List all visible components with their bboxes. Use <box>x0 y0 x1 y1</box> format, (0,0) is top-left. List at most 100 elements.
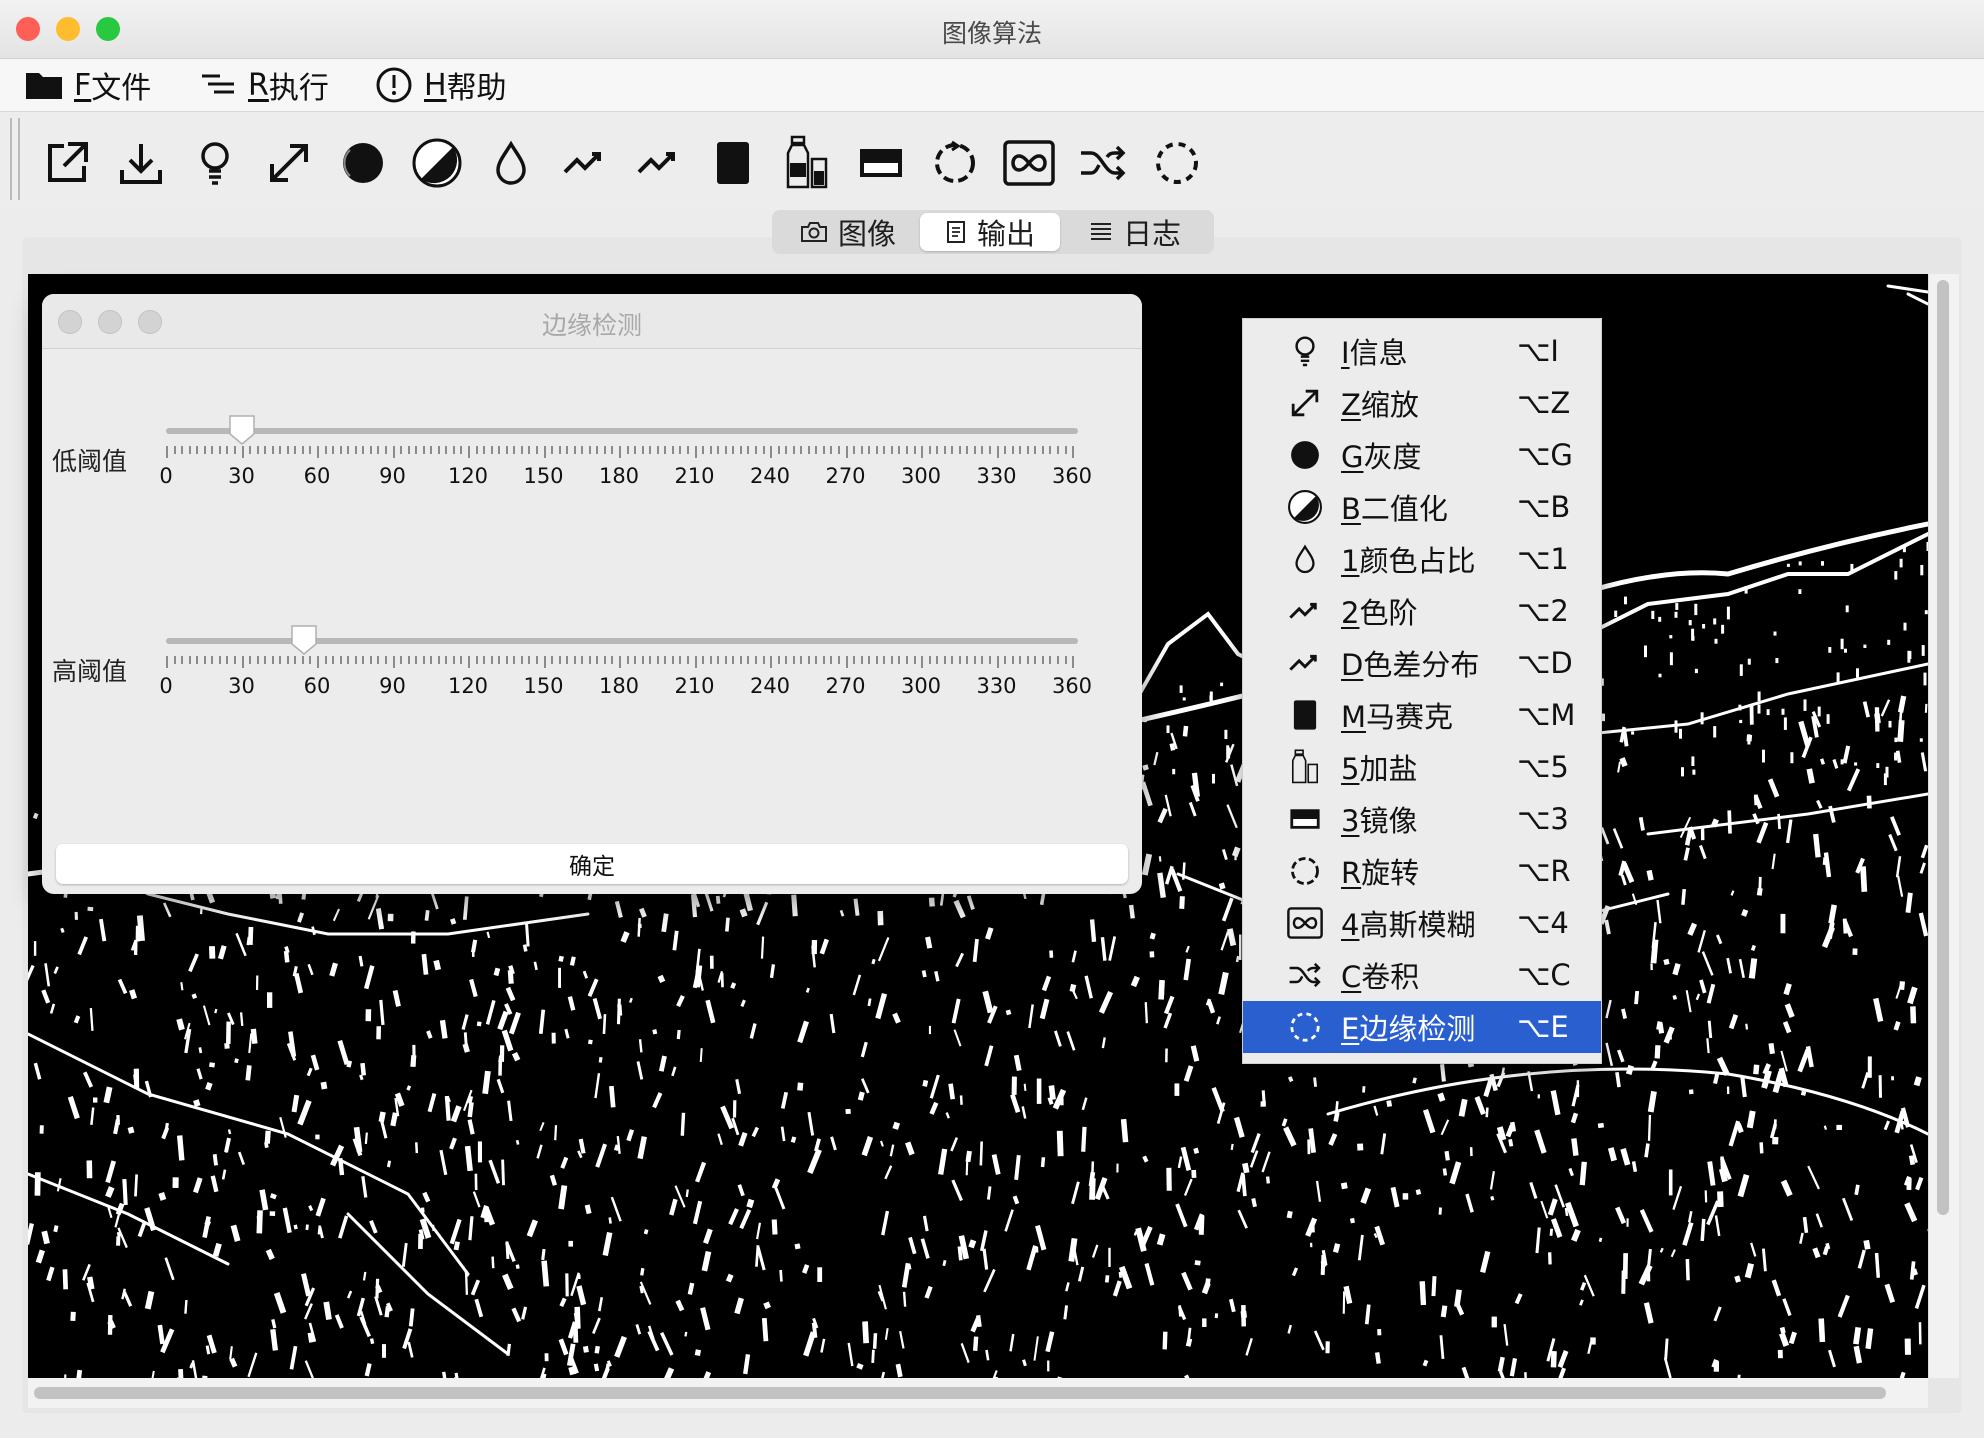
rotate-button[interactable] <box>928 136 982 190</box>
menu-item-shortcut: ⌥D <box>1517 646 1573 680</box>
bulb-icon <box>1287 333 1323 369</box>
dialog-title: 边缘检测 <box>541 311 642 340</box>
low-threshold-track <box>166 428 1078 434</box>
color-ratio-button[interactable] <box>484 136 538 190</box>
context-menu-item[interactable]: 1颜色占比 ⌥1 <box>1243 533 1601 585</box>
tick-label: 210 <box>674 464 715 488</box>
menu-run[interactable]: R 执行 <box>198 66 329 106</box>
mosaic-button[interactable] <box>706 136 760 190</box>
low-threshold-thumb[interactable] <box>227 414 257 445</box>
drop-icon <box>496 140 526 185</box>
dialog-title-bar: 边缘检测 <box>42 294 1142 349</box>
ok-button[interactable]: 确定 <box>56 844 1128 884</box>
grayscale-icon <box>1287 437 1323 473</box>
document-icon <box>946 221 965 243</box>
tab-image[interactable]: 图像 <box>788 213 908 251</box>
salt-button[interactable] <box>780 135 834 190</box>
context-menu-item[interactable]: G灰度 ⌥G <box>1243 429 1601 481</box>
context-menu-item[interactable]: 3镜像 ⌥3 <box>1243 793 1601 845</box>
context-menu-item[interactable]: E边缘检测 ⌥E <box>1243 1001 1601 1053</box>
menu-item-label: 卷积 <box>1361 960 1420 994</box>
title-bar: 图像算法 <box>0 0 1984 59</box>
export-button[interactable] <box>40 136 94 190</box>
mirror-button[interactable] <box>854 136 908 190</box>
info-button[interactable] <box>188 136 242 190</box>
context-menu: I信息 ⌥I Z缩放 ⌥Z G灰度 ⌥G B二值化 ⌥B 1颜色占比 ⌥1 2色阶 ⌥2 D色差分布 ⌥D… <box>1242 318 1602 1064</box>
menu-item-label: 颜色占比 <box>1359 544 1476 578</box>
tick-label: 210 <box>674 674 715 698</box>
window-title: 图像算法 <box>941 19 1042 48</box>
context-menu-item[interactable]: I信息 ⌥I <box>1243 325 1601 377</box>
tick-label: 240 <box>749 464 791 488</box>
context-menu-item[interactable]: R旋转 ⌥R <box>1243 845 1601 897</box>
menu-item-shortcut: ⌥2 <box>1517 594 1569 628</box>
high-threshold-label: 高阈值 <box>52 657 128 686</box>
tick-label: 60 <box>303 674 331 698</box>
menu-item-mnemonic: R <box>1341 856 1362 890</box>
shuffle-icon <box>1287 957 1323 993</box>
menu-file-mnemonic: F <box>74 67 92 103</box>
menu-item-label: 灰度 <box>1363 440 1422 474</box>
tick-label: 300 <box>900 674 942 698</box>
tick-label: 300 <box>900 464 942 488</box>
menu-item-shortcut: ⌥C <box>1517 958 1571 992</box>
rotate-icon <box>1287 853 1323 889</box>
grayscale-button[interactable] <box>336 136 390 190</box>
high-threshold-slider[interactable]: 0 30 60 90 120 150 180 210 240 270 300 330 360 <box>159 624 1092 714</box>
context-menu-item[interactable]: B二值化 ⌥B <box>1243 481 1601 533</box>
menu-item-mnemonic: 4 <box>1341 908 1360 942</box>
menu-help[interactable]: H 帮助 <box>374 66 507 106</box>
context-menu-item[interactable]: M马赛克 ⌥M <box>1243 689 1601 741</box>
resize-button[interactable] <box>262 136 316 190</box>
high-threshold-thumb[interactable] <box>289 624 319 655</box>
menu-item-mnemonic: 5 <box>1341 752 1360 786</box>
menu-bar: F 文件 R 执行 H 帮助 <box>0 59 1984 112</box>
vertical-scroll-thumb[interactable] <box>1937 280 1949 1215</box>
context-menu-item[interactable]: C卷积 ⌥C <box>1243 949 1601 1001</box>
context-menu-item[interactable]: 5加盐 ⌥5 <box>1243 741 1601 793</box>
menu-item-label: 马赛克 <box>1366 700 1454 734</box>
menu-item-shortcut: ⌥G <box>1517 438 1573 472</box>
blur-icon <box>1003 140 1055 186</box>
levels-button[interactable] <box>558 136 612 190</box>
binarize-icon <box>1287 489 1323 525</box>
tab-log[interactable]: 日志 <box>1072 213 1198 251</box>
menu-item-label: 旋转 <box>1361 856 1420 890</box>
high-threshold-ticks <box>166 656 1078 668</box>
edge-detect-button[interactable] <box>1150 136 1204 190</box>
menu-item-shortcut: ⌥M <box>1517 698 1576 732</box>
low-threshold-label: 低阈值 <box>52 447 128 476</box>
menu-item-label: 加盐 <box>1359 752 1418 786</box>
context-menu-item[interactable]: 4高斯模糊 ⌥4 <box>1243 897 1601 949</box>
download-button[interactable] <box>114 136 168 190</box>
export-icon <box>48 142 88 182</box>
menu-item-mnemonic: Z <box>1341 388 1361 422</box>
menu-item-label: 缩放 <box>1360 388 1419 422</box>
menu-item-label: 镜像 <box>1359 804 1418 838</box>
menu-item-shortcut: ⌥E <box>1517 1010 1569 1044</box>
tab-output[interactable]: 输出 <box>920 213 1060 251</box>
menu-item-mnemonic: I <box>1341 336 1350 370</box>
menu-item-shortcut: ⌥5 <box>1517 750 1569 784</box>
dashed-circle-icon <box>1156 142 1198 184</box>
toolbar <box>0 112 1984 210</box>
menu-file[interactable]: F 文件 <box>24 66 151 106</box>
rotate-icon <box>935 140 975 183</box>
color-diff-button[interactable] <box>632 136 686 190</box>
context-menu-item[interactable]: Z缩放 ⌥Z <box>1243 377 1601 429</box>
binarize-button[interactable] <box>410 136 464 190</box>
horizontal-scroll-thumb[interactable] <box>34 1387 1886 1399</box>
context-menu-item[interactable]: D色差分布 ⌥D <box>1243 637 1601 689</box>
context-menu-item[interactable]: 2色阶 ⌥2 <box>1243 585 1601 637</box>
blur-button[interactable] <box>1002 136 1056 190</box>
tick-label: 30 <box>228 674 255 698</box>
low-threshold-slider[interactable]: 0 30 60 90 120 150 180 210 240 270 300 330 360 <box>159 414 1092 504</box>
convolution-button[interactable] <box>1076 136 1130 190</box>
menu-item-mnemonic: 2 <box>1341 596 1360 630</box>
menu-item-shortcut: ⌥1 <box>1517 542 1569 576</box>
menu-item-shortcut: ⌥4 <box>1517 906 1569 940</box>
menu-item-shortcut: ⌥Z <box>1517 386 1571 420</box>
tick-label: 360 <box>1051 464 1093 488</box>
shuffle-icon <box>1081 145 1126 181</box>
dashed-circle-icon <box>1287 1009 1323 1045</box>
